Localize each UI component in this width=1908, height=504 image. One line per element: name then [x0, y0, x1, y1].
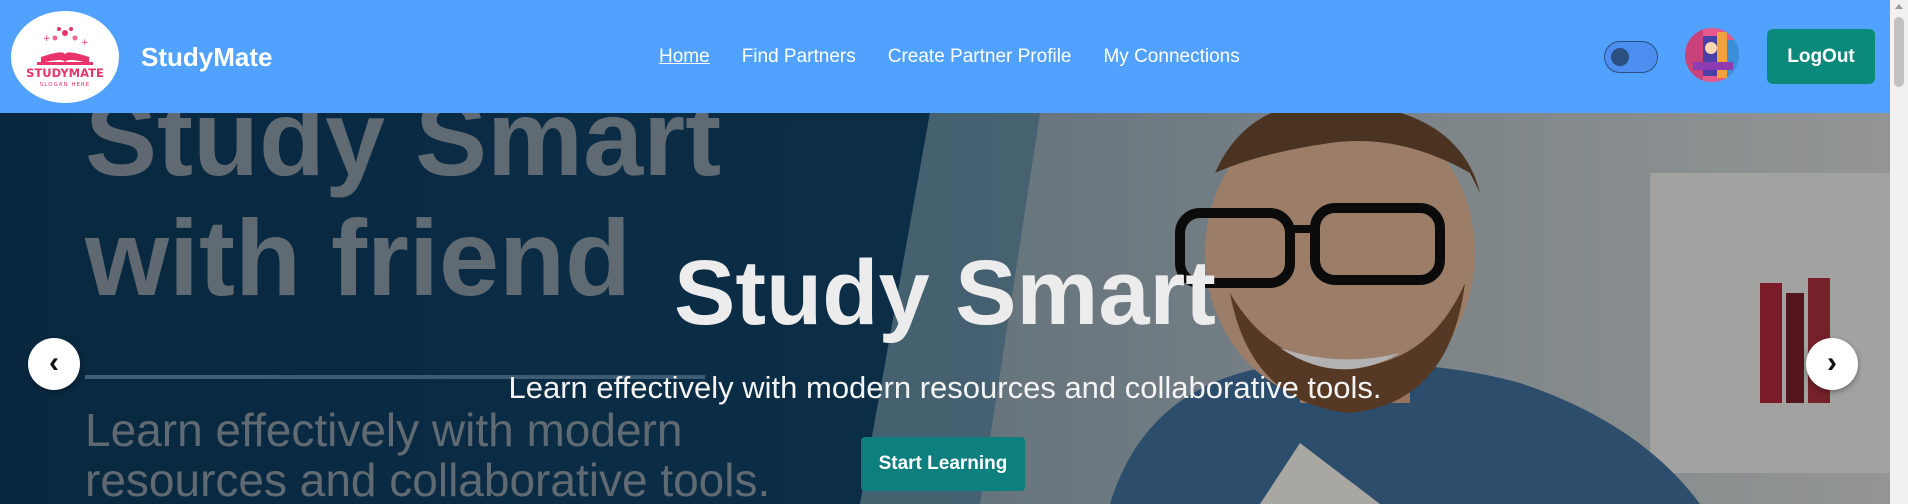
logout-button[interactable]: LogOut: [1767, 29, 1875, 84]
start-learning-button[interactable]: Start Learning: [861, 437, 1025, 491]
nav-home[interactable]: Home: [659, 45, 710, 69]
chevron-left-icon: ‹: [49, 346, 59, 379]
carousel-prev-button[interactable]: ‹: [28, 338, 80, 390]
nav-menu: Home Find Partners Create Partner Profil…: [659, 45, 1240, 69]
logo-graphic: + + STUDYMATE SLOGAN HERE: [26, 27, 104, 88]
nav-find-partners[interactable]: Find Partners: [742, 45, 856, 69]
logo-slogan: SLOGAN HERE: [40, 82, 90, 88]
toggle-icon: [1611, 48, 1629, 66]
avatar-image: [1685, 28, 1739, 82]
hero-title: Study Smart: [674, 242, 1216, 344]
logo-title: STUDYMATE: [26, 66, 104, 80]
scroll-up-icon[interactable]: [1895, 4, 1903, 9]
carousel-next-button[interactable]: ›: [1806, 338, 1858, 390]
nav-my-connections[interactable]: My Connections: [1103, 45, 1239, 69]
scroll-thumb[interactable]: [1894, 17, 1904, 87]
svg-text:+: +: [81, 38, 89, 48]
hero-subtitle: Learn effectively with modern resources …: [508, 370, 1382, 405]
brand-name[interactable]: StudyMate: [141, 42, 272, 72]
nav-create-partner-profile[interactable]: Create Partner Profile: [888, 45, 1072, 69]
chevron-right-icon: ›: [1827, 346, 1837, 379]
hero-carousel: Study Smart with friend Learn effectivel…: [0, 113, 1890, 504]
vertical-scrollbar[interactable]: [1890, 0, 1908, 504]
avatar[interactable]: [1685, 28, 1739, 82]
page: + + STUDYMATE SLOGAN HERE StudyMate Home…: [0, 0, 1890, 504]
theme-toggle[interactable]: [1604, 41, 1658, 73]
navbar: + + STUDYMATE SLOGAN HERE StudyMate Home…: [0, 0, 1890, 113]
brand-logo[interactable]: + + STUDYMATE SLOGAN HERE: [11, 11, 119, 103]
svg-text:+: +: [43, 34, 51, 44]
